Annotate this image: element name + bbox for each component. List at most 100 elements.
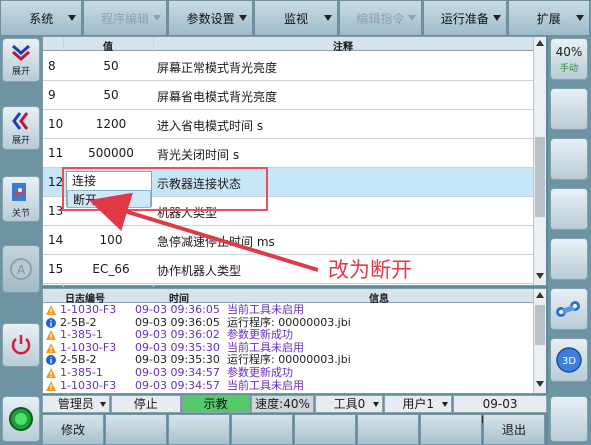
- warning-icon: [46, 305, 56, 315]
- scroll-down-icon[interactable]: [536, 273, 544, 279]
- speed-value: 40%: [555, 44, 583, 59]
- bottom-blank-button-5[interactable]: [357, 414, 419, 445]
- log-row[interactable]: 1-385-1 09-03 09:34:57 参数更新成功: [43, 367, 533, 379]
- coordinate-button[interactable]: A: [2, 245, 40, 293]
- top-menu-bar: 系统 程序编辑 参数设置 监视 编辑指令 运行准备 扩展: [0, 0, 591, 36]
- bottom-blank-button-1[interactable]: [105, 414, 167, 445]
- status-datetime: 09-03 10:19:44: [453, 395, 547, 427]
- log-row[interactable]: 1-1030-F3 09-03 09:34:57 当前工具未启用: [43, 379, 533, 392]
- log-message: 运行程序: 00000003.jbi: [227, 353, 351, 367]
- chevron-down-icon: [408, 15, 417, 21]
- menu-param-settings[interactable]: 参数设置: [167, 0, 254, 36]
- row-index: 8: [48, 59, 56, 73]
- table-row[interactable]: 9 50 屏幕省电模式背光亮度: [43, 81, 533, 110]
- right-blank-button-5[interactable]: [550, 396, 588, 442]
- joint-button[interactable]: 关节: [2, 176, 40, 222]
- bottom-blank-button-4[interactable]: [294, 414, 356, 445]
- power-button[interactable]: [2, 323, 40, 367]
- exit-button[interactable]: 退出: [483, 414, 545, 445]
- row-index: 9: [48, 88, 56, 102]
- menu-run-prep-label: 运行准备: [440, 11, 489, 26]
- double-chevron-down-icon: [12, 44, 30, 61]
- menu-program-edit-label: 程序编辑: [101, 11, 150, 26]
- status-user-frame[interactable]: 用户1: [384, 395, 453, 413]
- chevron-down-icon: [323, 15, 332, 21]
- log-panel: 日志编号 时间 信息 1-1030-F3 09-03 09:36:05 当前工具未启…: [42, 288, 546, 394]
- log-row[interactable]: 1-385-1 09-03 09:36:02 参数更新成功: [43, 329, 533, 341]
- robot-arm-button[interactable]: [550, 288, 588, 330]
- log-row[interactable]: 1-1030-F3 09-03 09:35:30 当前工具未启用: [43, 340, 533, 354]
- log-message: 参数更新成功: [227, 366, 293, 379]
- log-code: 2-5B-2: [60, 353, 97, 367]
- row-note: 背光关闭时间 s: [157, 148, 240, 162]
- menu-extend[interactable]: 扩展: [507, 0, 590, 36]
- header-value: 值: [103, 42, 113, 53]
- joint-label: 关节: [11, 208, 30, 219]
- right-blank-button-1[interactable]: [550, 88, 588, 130]
- log-scrollbar[interactable]: [533, 289, 546, 393]
- 3d-view-button[interactable]: 3D: [550, 338, 588, 382]
- log-row[interactable]: 1-1030-F3 09-03 09:36:05 当前工具未启用: [43, 304, 533, 316]
- row-note: 屏幕省电模式背光亮度: [157, 90, 278, 104]
- menu-edit-instruction[interactable]: 编辑指令: [338, 0, 423, 36]
- svg-text:3D: 3D: [562, 356, 576, 367]
- table-row[interactable]: 8 50 屏幕正常模式背光亮度: [43, 52, 533, 81]
- log-header: 日志编号 时间 信息: [43, 289, 533, 305]
- log-row[interactable]: 2-5B-2 09-03 09:36:05 运行程序: 00000003.jbi: [43, 315, 533, 329]
- right-blank-button-4[interactable]: [550, 238, 588, 280]
- row-index: 15: [48, 262, 64, 276]
- speed-button[interactable]: 40% 手动: [550, 38, 588, 80]
- status-tool-text: 工具0: [333, 397, 366, 411]
- modify-button[interactable]: 修改: [42, 414, 104, 445]
- table-row[interactable]: 14 100 急停减速停止时间 ms: [43, 226, 533, 255]
- menu-program-edit[interactable]: 程序编辑: [83, 0, 167, 36]
- annotation-text: 改为断开: [328, 258, 412, 282]
- log-message: 当前工具未启用: [227, 340, 304, 354]
- scrollbar-thumb[interactable]: [535, 137, 545, 217]
- expand-button-2[interactable]: 展开: [2, 106, 40, 150]
- table-row[interactable]: 11 500000 背光关闭时间 s: [43, 139, 533, 168]
- bottom-blank-button-3[interactable]: [231, 414, 293, 445]
- robot-arm-icon: [556, 301, 580, 317]
- scroll-up-icon[interactable]: [536, 292, 544, 298]
- log-code: 1-385-1: [60, 328, 103, 342]
- right-blank-button-2[interactable]: [550, 138, 588, 180]
- table-row[interactable]: 15 EC_66 协作机器人类型: [43, 255, 533, 284]
- log-message: 参数更新成功: [227, 328, 293, 342]
- bottom-blank-button-2[interactable]: [168, 414, 230, 445]
- right-blank-button-3[interactable]: [550, 188, 588, 230]
- scroll-up-icon[interactable]: [536, 40, 544, 46]
- annotation-highlight-box: [62, 167, 268, 211]
- info-icon: [46, 355, 56, 366]
- row-index: 14: [48, 233, 64, 247]
- log-code: 1-385-1: [60, 366, 103, 379]
- bottom-blank-button-6[interactable]: [420, 414, 482, 445]
- double-chevron-left-icon: [12, 111, 29, 130]
- row-value: 100: [99, 233, 123, 247]
- row-note: 协作机器人类型: [157, 264, 242, 278]
- menu-monitor[interactable]: 监视: [254, 0, 338, 36]
- expand-button-1[interactable]: 展开: [2, 38, 40, 82]
- log-time: 09-03 09:36:05: [135, 303, 220, 316]
- table-scrollbar[interactable]: [533, 37, 546, 285]
- log-time: 09-03 09:34:57: [135, 366, 220, 379]
- table-row[interactable]: 10 1200 进入省电模式时间 s: [43, 110, 533, 139]
- status-mode: 示教: [181, 395, 250, 413]
- power-icon: [11, 335, 31, 355]
- menu-system[interactable]: 系统: [0, 0, 83, 36]
- log-code: 1-1030-F3: [60, 340, 117, 354]
- row-value: 50: [103, 88, 119, 102]
- log-message: 运行程序: 00000003.jbi: [227, 315, 351, 329]
- log-row[interactable]: 2-5B-2 09-03 09:35:30 运行程序: 00000003.jbi: [43, 354, 533, 366]
- status-user-text: 管理员: [57, 397, 94, 411]
- status-tool[interactable]: 工具0: [315, 395, 384, 413]
- right-panel: 40% 手动 3D: [548, 36, 591, 445]
- servo-enable-button[interactable]: [2, 396, 40, 442]
- menu-run-prep[interactable]: 运行准备: [423, 0, 507, 36]
- status-speed: 速度:40%: [250, 395, 315, 413]
- expand-label: 展开: [11, 135, 30, 146]
- scrollbar-thumb[interactable]: [535, 305, 545, 345]
- warning-icon: [46, 380, 56, 391]
- status-user[interactable]: 管理员: [42, 395, 110, 413]
- scroll-down-icon[interactable]: [536, 381, 544, 387]
